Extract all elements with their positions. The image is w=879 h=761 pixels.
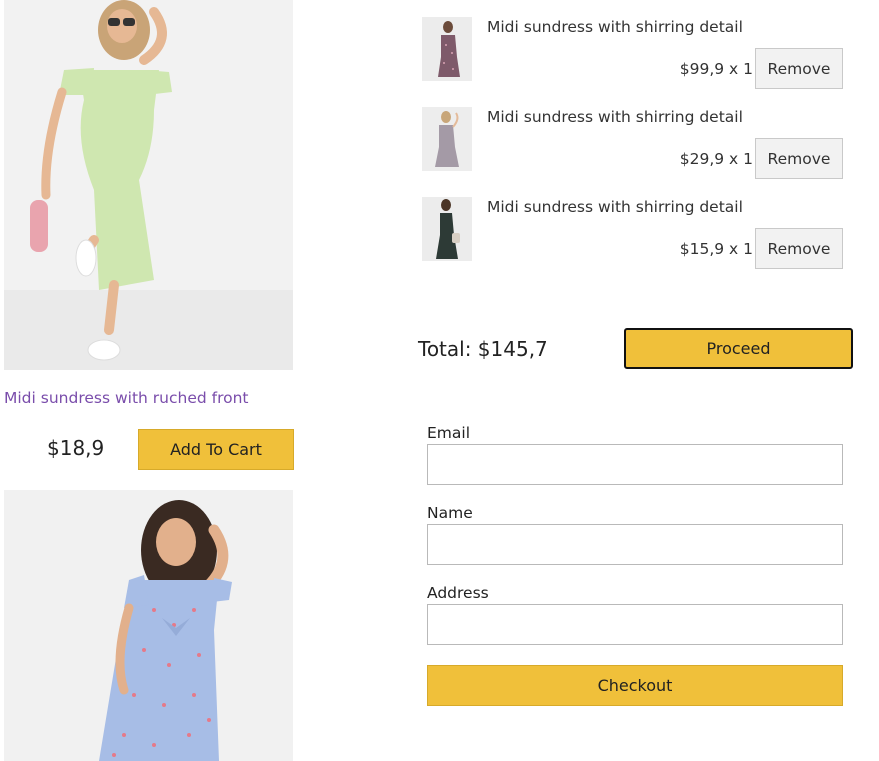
cart-item-price-qty: $29,9 x 1 [679, 150, 753, 168]
cart-item: Midi sundress with shirring detail $99,9… [422, 17, 852, 97]
cart-item: Midi sundress with shirring detail $15,9… [422, 197, 852, 277]
email-field[interactable] [427, 444, 843, 485]
email-label: Email [427, 424, 471, 442]
remove-button[interactable]: Remove [755, 138, 843, 179]
product-image-green-sundress [4, 0, 293, 370]
product-image-blue-dress [4, 490, 293, 761]
dress-thumbnail-icon [422, 197, 472, 261]
cart-item-title: Midi sundress with shirring detail [487, 18, 743, 36]
product-price: $18,9 [47, 436, 105, 460]
product-title[interactable]: Midi sundress with ruched front [4, 389, 249, 407]
name-label: Name [427, 504, 473, 522]
address-field[interactable] [427, 604, 843, 645]
cart-item-price-qty: $15,9 x 1 [679, 240, 753, 258]
cart-item-thumbnail [422, 107, 472, 171]
remove-button[interactable]: Remove [755, 228, 843, 269]
name-field[interactable] [427, 524, 843, 565]
dress-thumbnail-icon [422, 17, 472, 81]
blue-polka-dress-icon [4, 490, 293, 761]
cart-item-thumbnail [422, 17, 472, 81]
cart-item-title: Midi sundress with shirring detail [487, 198, 743, 216]
green-sundress-icon [4, 0, 293, 370]
remove-button[interactable]: Remove [755, 48, 843, 89]
checkout-button[interactable]: Checkout [427, 665, 843, 706]
cart-item-price-qty: $99,9 x 1 [679, 60, 753, 78]
address-label: Address [427, 584, 489, 602]
proceed-button[interactable]: Proceed [624, 328, 853, 369]
dress-thumbnail-icon [422, 107, 472, 171]
cart-item: Midi sundress with shirring detail $29,9… [422, 107, 852, 187]
add-to-cart-button[interactable]: Add To Cart [138, 429, 294, 470]
cart-total: Total: $145,7 [418, 337, 548, 361]
cart-item-title: Midi sundress with shirring detail [487, 108, 743, 126]
cart-item-thumbnail [422, 197, 472, 261]
